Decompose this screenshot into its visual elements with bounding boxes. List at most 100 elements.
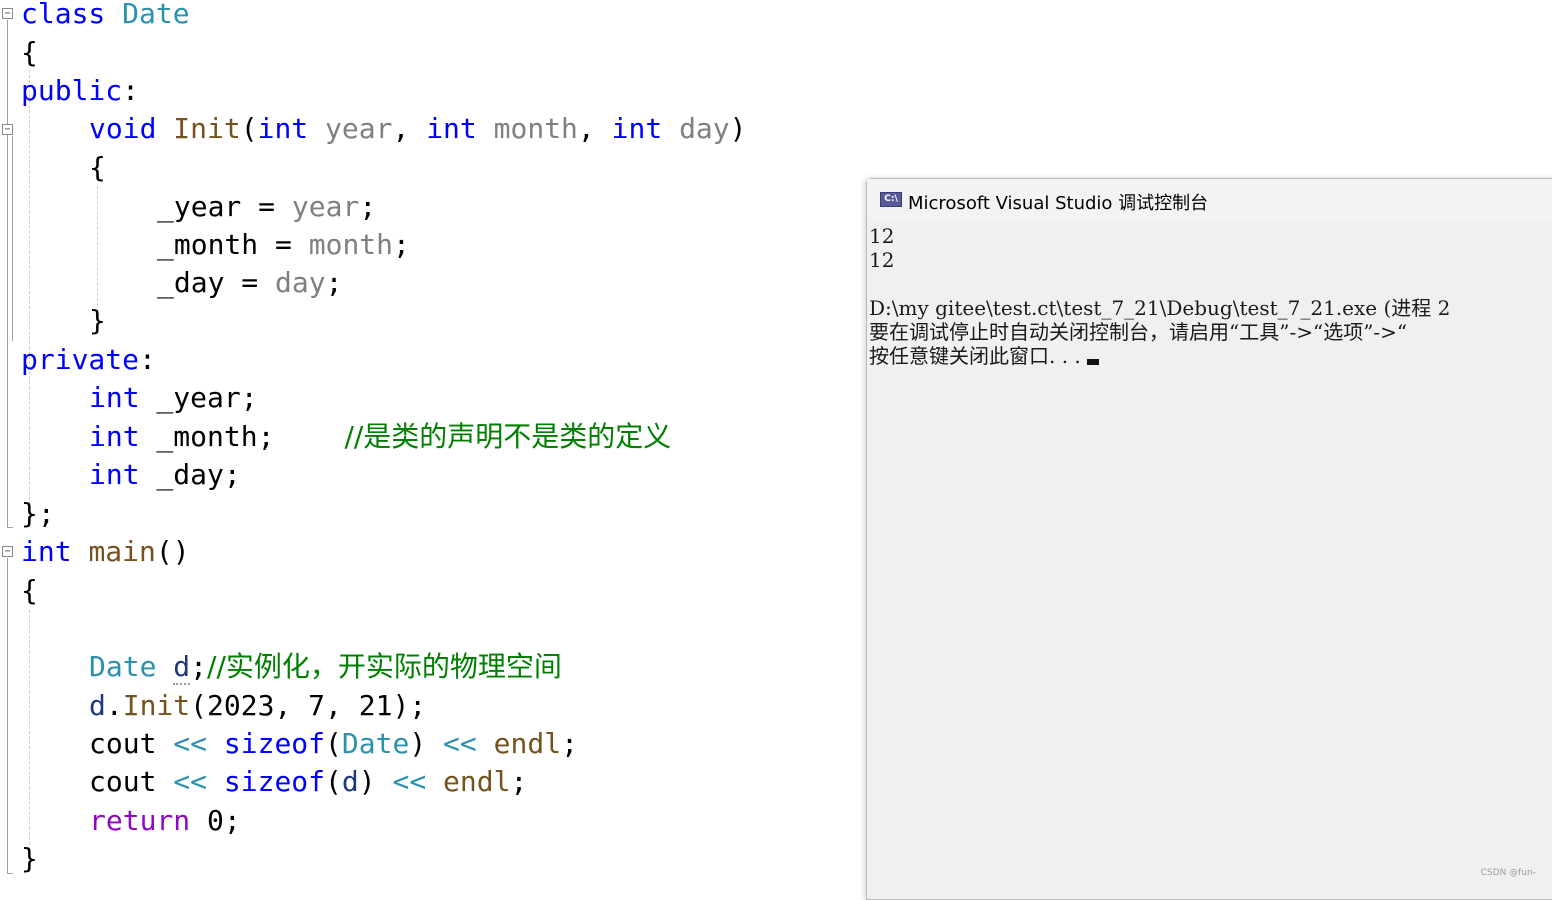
code-line[interactable]: }; xyxy=(21,495,55,533)
arguments: (2023, 7, 21); xyxy=(190,689,427,722)
identifier: endl xyxy=(443,765,511,798)
comment: //实例化，开实际的物理空间 xyxy=(207,650,562,683)
code-line[interactable]: } xyxy=(89,302,106,340)
keyword: int xyxy=(257,112,309,145)
code-line[interactable]: } xyxy=(21,840,38,878)
identifier: cout xyxy=(89,727,157,760)
identifier: endl xyxy=(493,727,562,760)
indent-guide xyxy=(29,610,30,860)
brace: } xyxy=(21,842,38,875)
code-line[interactable]: d.Init(2023, 7, 21); xyxy=(89,687,426,725)
code-line[interactable]: private: xyxy=(21,341,156,379)
type-name: Date xyxy=(341,727,410,760)
member: _year xyxy=(157,190,242,223)
collapse-init-icon[interactable]: − xyxy=(2,124,13,135)
keyword: int xyxy=(89,420,140,453)
brace: { xyxy=(21,574,38,607)
code-line[interactable]: _year = year; xyxy=(157,188,376,226)
paren: ( xyxy=(240,112,258,145)
fold-line xyxy=(7,558,8,874)
code-line[interactable]: cout << sizeof(d) << endl; xyxy=(89,763,527,801)
operator: << xyxy=(156,727,224,760)
code-line[interactable]: Date d;//实例化，开实际的物理空间 xyxy=(89,648,562,686)
code-line[interactable]: int _year; xyxy=(89,379,258,417)
window-title: Microsoft Visual Studio 调试控制台 xyxy=(908,193,1209,214)
dot: . xyxy=(105,689,123,722)
parens: () xyxy=(155,535,190,568)
output-line: 12 xyxy=(869,224,895,248)
keyword: sizeof xyxy=(223,765,326,798)
collapse-class-icon[interactable]: − xyxy=(2,8,13,19)
operator: = xyxy=(241,190,292,223)
semicolon: ; xyxy=(190,650,208,683)
function-name: Init xyxy=(122,689,191,722)
class-end: }; xyxy=(21,497,55,530)
code-line[interactable]: _month = month; xyxy=(157,226,410,264)
comma: , xyxy=(392,112,410,145)
number: 0 xyxy=(190,804,224,837)
param: month xyxy=(308,228,394,261)
code-line[interactable]: public: xyxy=(21,72,139,110)
brace: { xyxy=(89,151,106,184)
keyword: int xyxy=(89,458,140,491)
type-name: Date xyxy=(89,650,157,683)
keyword: int xyxy=(21,535,72,568)
semicolon: ; xyxy=(325,266,343,299)
comma: , xyxy=(577,112,595,145)
identifier: cout xyxy=(89,765,157,798)
debug-console-window[interactable]: C:\ Microsoft Visual Studio 调试控制台 12 12 … xyxy=(866,178,1552,900)
code-line[interactable]: int main() xyxy=(21,533,190,571)
keyword: public xyxy=(21,74,123,107)
output-line-prompt: 按任意键关闭此窗口. . . xyxy=(869,344,1099,368)
watermark: CSDN @fun- xyxy=(1480,868,1536,878)
code-line[interactable]: return 0; xyxy=(89,802,241,840)
code-line[interactable]: int _day; xyxy=(89,456,241,494)
console-titlebar[interactable]: C:\ Microsoft Visual Studio 调试控制台 xyxy=(867,179,1552,222)
code-line[interactable]: _day = day; xyxy=(157,264,342,302)
fold-line xyxy=(12,136,13,341)
keyword: private xyxy=(21,343,140,376)
paren: ) xyxy=(358,765,376,798)
member: _day xyxy=(157,266,225,299)
code-line[interactable]: { xyxy=(89,149,106,187)
operator: = xyxy=(258,228,309,261)
keyword: void xyxy=(89,112,157,145)
prompt-text: 按任意键关闭此窗口. . . xyxy=(869,344,1081,368)
code-line[interactable]: { xyxy=(21,572,38,610)
member: _month xyxy=(157,228,259,261)
semicolon: ; xyxy=(561,727,578,760)
keyword: int xyxy=(611,112,663,145)
keyword: sizeof xyxy=(223,727,326,760)
code-line[interactable]: { xyxy=(21,34,38,72)
comment: //是类的声明不是类的定义 xyxy=(344,420,672,453)
semicolon: ; xyxy=(223,804,241,837)
paren: ( xyxy=(325,727,342,760)
member-decl: _year; xyxy=(139,381,258,414)
code-line[interactable]: int _month; //是类的声明不是类的定义 xyxy=(89,418,671,456)
param: month xyxy=(493,112,578,145)
code-line[interactable]: void Init(int year, int month, int day) xyxy=(89,110,747,148)
output-line: D:\my gitee\test.ct\test_7_21\Debug\test… xyxy=(869,296,1451,320)
keyword: int xyxy=(89,381,140,414)
collapse-main-icon[interactable]: − xyxy=(2,546,13,557)
colon: : xyxy=(122,74,140,107)
brace: } xyxy=(89,304,106,337)
keyword: class xyxy=(21,0,106,30)
code-line[interactable]: cout << sizeof(Date) << endl; xyxy=(89,725,578,763)
colon: : xyxy=(139,343,156,376)
semicolon: ; xyxy=(359,190,377,223)
keyword: int xyxy=(426,112,477,145)
param: day xyxy=(275,266,326,299)
semicolon: ; xyxy=(393,228,410,261)
indent-guide xyxy=(29,70,30,510)
function-name: main xyxy=(88,535,156,568)
operator: << xyxy=(375,765,444,798)
type-name: Date xyxy=(122,0,190,30)
member-decl: _day; xyxy=(139,458,241,491)
fold-line xyxy=(7,20,8,528)
operator: << xyxy=(156,765,224,798)
member-decl: _month; xyxy=(139,420,275,453)
code-line[interactable]: class Date xyxy=(21,0,190,33)
console-output[interactable]: 12 12 D:\my gitee\test.ct\test_7_21\Debu… xyxy=(869,224,1552,884)
param: year xyxy=(291,190,360,223)
